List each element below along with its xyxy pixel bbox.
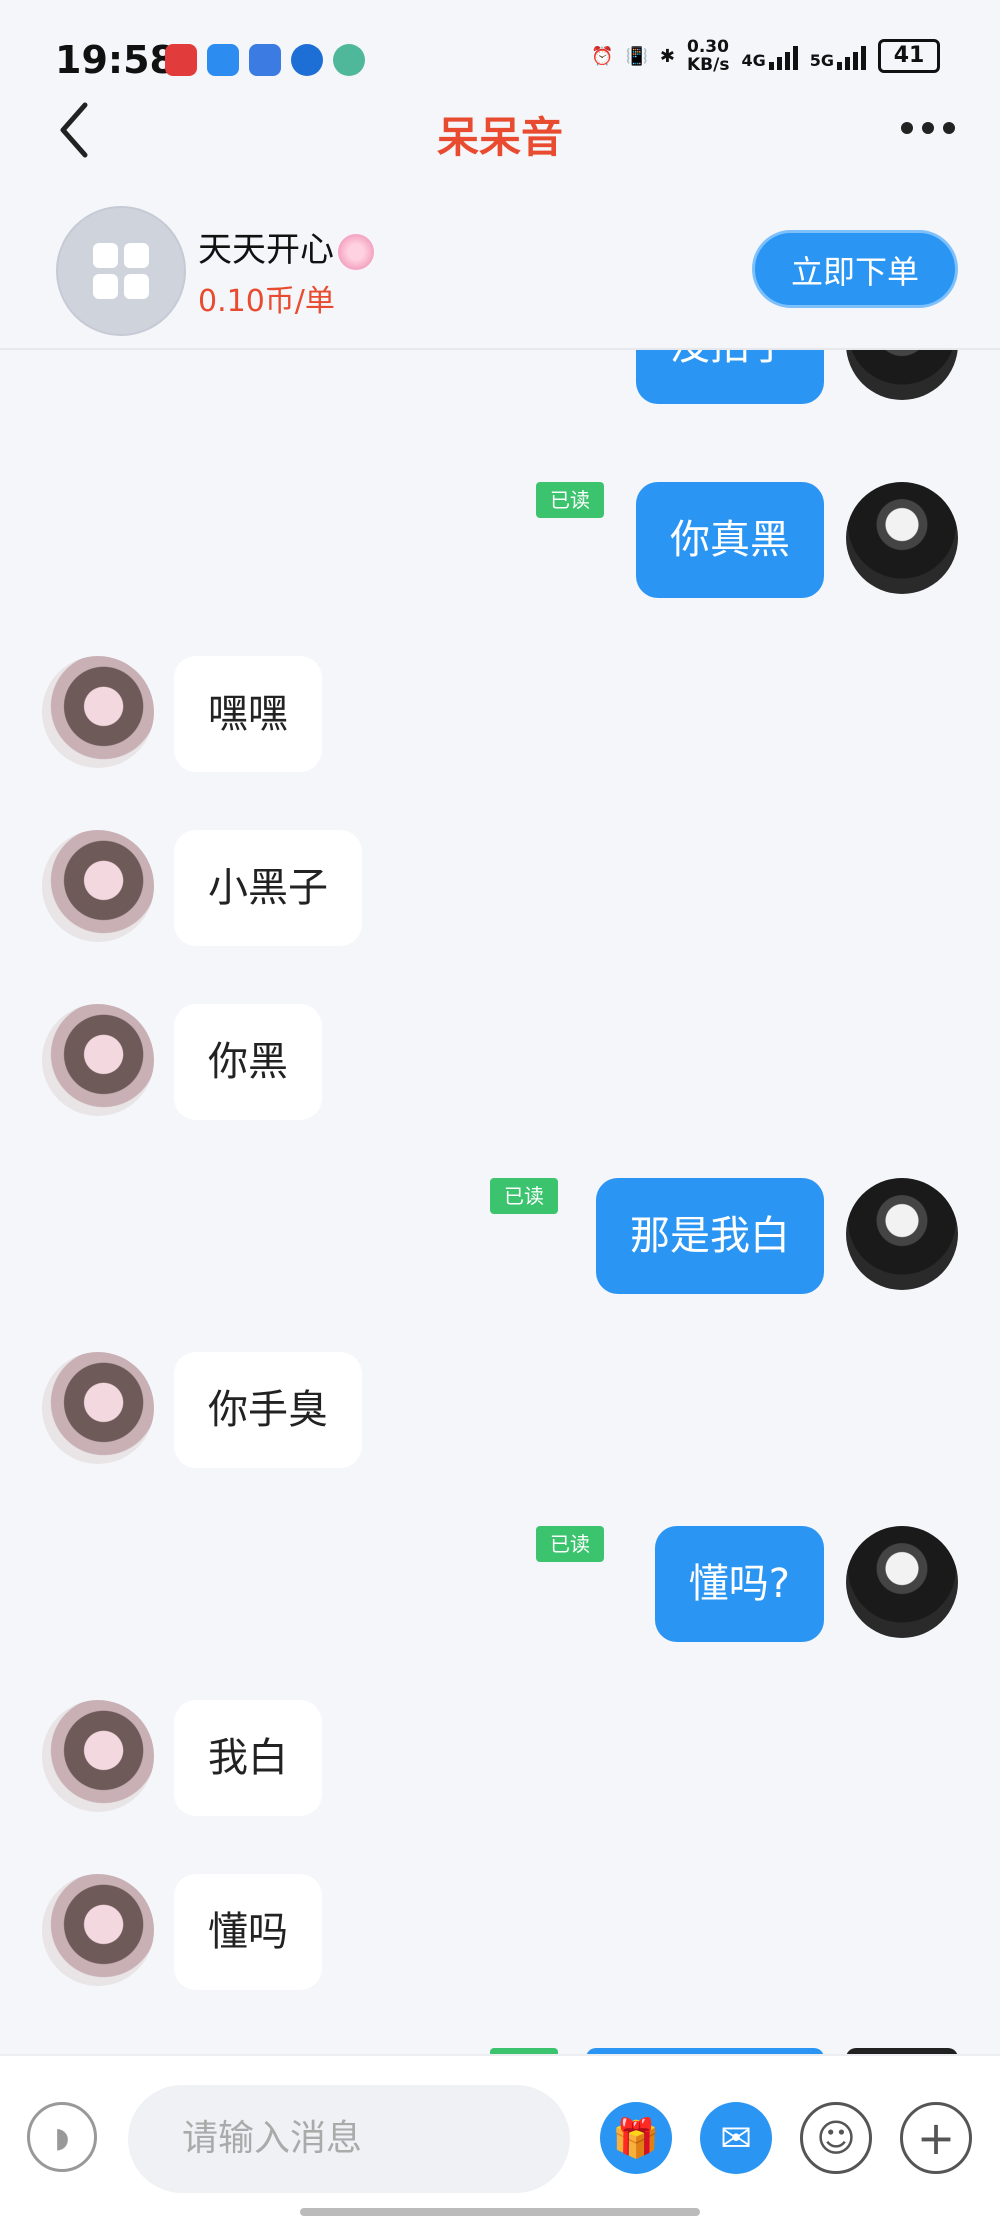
store-header: 天天开心 0.10币/单 立即下单 <box>0 200 1000 350</box>
vibrate-icon: 📳 <box>625 45 648 67</box>
red-packet-button[interactable]: ✉ <box>700 2102 772 2174</box>
my-avatar[interactable] <box>846 1178 958 1290</box>
message-bubble[interactable]: 嘿嘿 <box>174 656 322 772</box>
plus-icon: + <box>916 2111 956 2165</box>
status-time: 19:58 <box>55 38 176 82</box>
net-4g-label: 4G <box>741 51 766 70</box>
wifi-app-icon <box>207 44 239 76</box>
emoji-button[interactable]: ☺ <box>800 2102 872 2174</box>
bluetooth-icon: ✱ <box>659 45 675 67</box>
message-bubble[interactable]: 你真黑 <box>636 482 824 598</box>
read-badge: 已读 <box>536 482 604 518</box>
message-bubble[interactable]: 那是我白 <box>596 1178 824 1294</box>
gift-icon: 🎁 <box>612 2115 660 2160</box>
bank-app-icon <box>333 44 365 76</box>
signal-5g-icon <box>837 42 866 70</box>
browser-app-icon <box>291 44 323 76</box>
message-row: 你手臭 <box>0 1352 1000 1472</box>
chat-app-icon <box>249 44 281 76</box>
voice-button[interactable]: ◗ <box>27 2102 97 2172</box>
message-bubble[interactable]: 小黑子 <box>174 830 362 946</box>
input-bar: ◗ 请输入消息 🎁 ✉ ☺ + <box>0 2054 1000 2224</box>
message-row: 懂吗 <box>0 1874 1000 1994</box>
gift-button[interactable]: 🎁 <box>600 2102 672 2174</box>
music-app-icon <box>165 44 197 76</box>
net-5g-label: 5G <box>809 51 834 70</box>
message-bubble[interactable]: 懂吗? <box>654 1526 824 1642</box>
message-bubble[interactable]: 你黑 <box>174 1004 322 1120</box>
message-row: 没招了 <box>0 348 1000 418</box>
message-input[interactable]: 请输入消息 <box>128 2085 570 2193</box>
notification-icons <box>165 44 365 76</box>
message-row: 嘿嘿 <box>0 656 1000 776</box>
message-row: 小黑子 <box>0 830 1000 950</box>
order-now-button[interactable]: 立即下单 <box>752 230 958 308</box>
my-avatar[interactable] <box>846 348 958 400</box>
alarm-icon: ⏰ <box>591 45 614 67</box>
read-badge: 已读 <box>536 1526 604 1562</box>
signal-4g-icon <box>768 42 798 70</box>
dot-icon <box>943 122 955 134</box>
message-row: 已读 懂吗? <box>0 1526 1000 1646</box>
her-avatar[interactable] <box>42 656 154 768</box>
home-indicator[interactable] <box>300 2208 700 2216</box>
message-bubble[interactable]: 我白 <box>174 1700 322 1816</box>
my-avatar[interactable] <box>846 482 958 594</box>
dot-icon <box>901 122 913 134</box>
message-bubble[interactable]: 懂吗 <box>174 1874 322 1990</box>
her-avatar[interactable] <box>42 1004 154 1116</box>
chat-list[interactable]: 没招了 已读 你真黑 嘿嘿 小黑子 你黑 已读 那是我白 你手臭 已读 懂吗? <box>0 348 1000 2054</box>
message-row: 已读 那是我白 <box>0 1178 1000 1298</box>
more-button[interactable] <box>901 122 955 134</box>
message-bubble[interactable]: 没招了 <box>636 348 824 404</box>
page-title: 呆呆音 <box>436 113 563 162</box>
store-avatar[interactable] <box>56 206 186 336</box>
her-avatar[interactable] <box>42 830 154 942</box>
grid-icon <box>93 243 149 299</box>
battery-icon: 41 <box>878 39 940 73</box>
my-avatar[interactable] <box>846 1526 958 1638</box>
status-right: ⏰ 📳 ✱ 0.30 KB/s 4G 5G 41 <box>591 38 940 74</box>
her-avatar[interactable] <box>42 1700 154 1812</box>
store-name: 天天开心 <box>198 222 374 271</box>
envelope-icon: ✉ <box>720 2116 752 2160</box>
her-avatar[interactable] <box>42 1352 154 1464</box>
store-price: 0.10币/单 <box>198 284 335 319</box>
smiley-icon: ☺ <box>816 2116 856 2160</box>
message-row: 已读 你真黑 <box>0 482 1000 602</box>
her-avatar[interactable] <box>42 1874 154 1986</box>
more-options-button[interactable]: + <box>900 2102 972 2174</box>
message-row: 你黑 <box>0 1004 1000 1124</box>
message-row: 我白 <box>0 1700 1000 1820</box>
status-bar: 19:58 ⏰ 📳 ✱ 0.30 KB/s 4G 5G 41 <box>0 0 1000 100</box>
network-speed: 0.30 KB/s <box>687 37 730 75</box>
flower-icon <box>338 233 374 270</box>
dot-icon <box>922 122 934 134</box>
message-bubble[interactable]: 你手臭 <box>174 1352 362 1468</box>
voice-icon: ◗ <box>54 2120 70 2154</box>
read-badge: 已读 <box>490 1178 558 1214</box>
